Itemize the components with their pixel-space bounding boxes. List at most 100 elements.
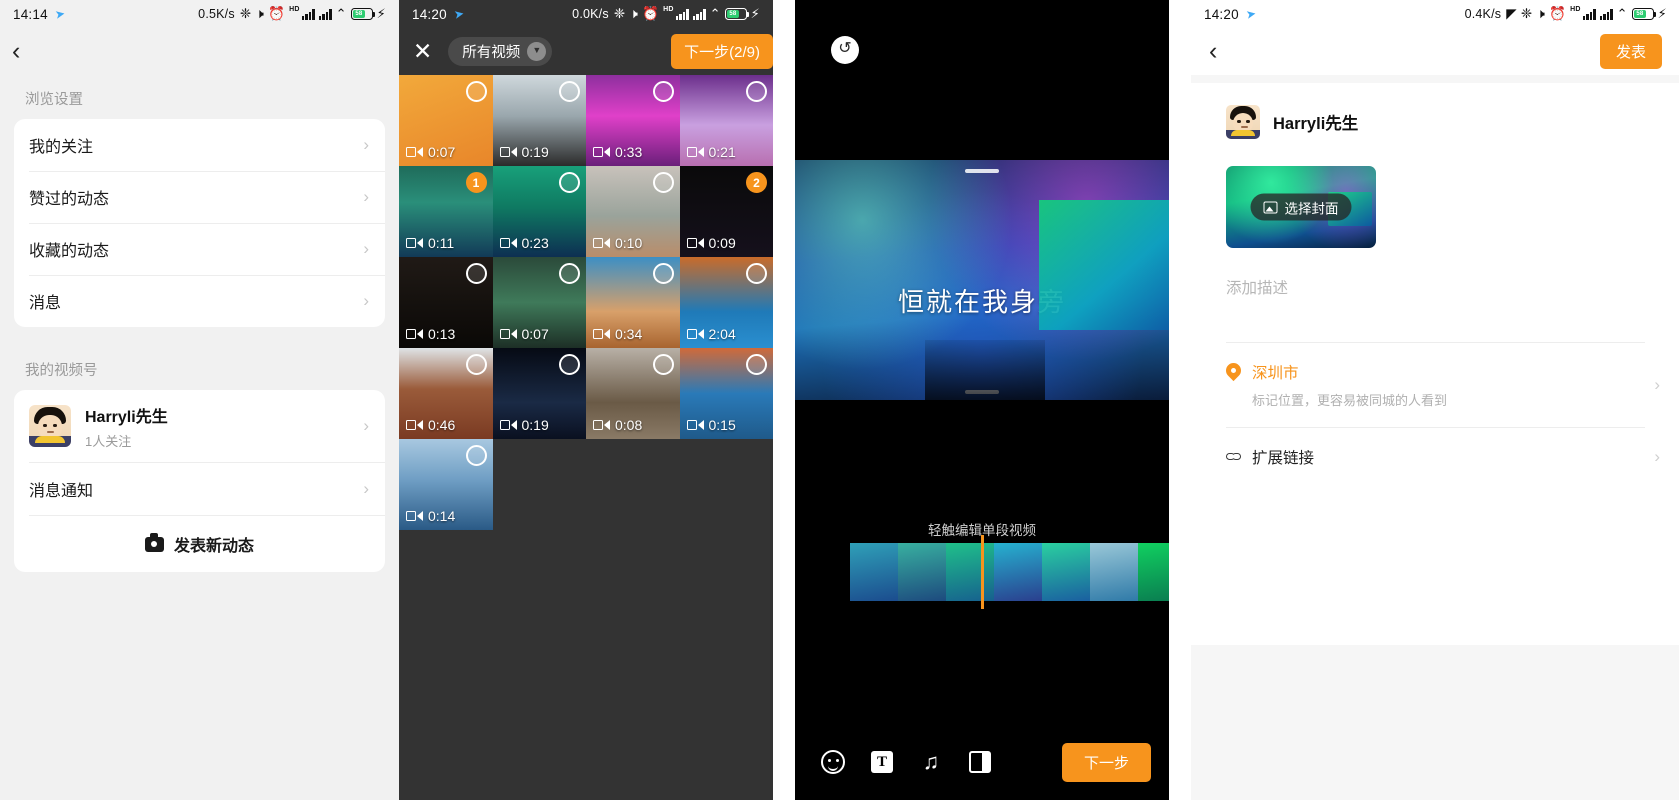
status-bar-panel2: 14:20 ➤ 0.0K/s ❈ 🕨 ⏰ HD ⌃ 58 ⚡	[399, 0, 773, 28]
selection-badge[interactable]: 1	[465, 172, 487, 193]
video-icon	[499, 238, 517, 248]
video-icon	[406, 329, 423, 339]
video-thumb-item[interactable]: 0:33	[586, 75, 680, 166]
video-thumb-item[interactable]: 2 0:09	[679, 166, 773, 257]
back-button[interactable]: ‹	[1209, 39, 1217, 64]
music-tool-button[interactable]: ♫	[911, 742, 951, 782]
signal-bars-1-icon	[301, 8, 315, 20]
selection-circle[interactable]	[559, 354, 580, 375]
charging-icon: ⚡	[750, 6, 760, 21]
selection-circle[interactable]	[465, 354, 487, 375]
video-thumb-item[interactable]: 0:10	[586, 166, 680, 257]
signal-bars-2-icon	[692, 8, 706, 20]
selection-circle[interactable]	[465, 263, 487, 284]
video-thumb-item[interactable]: 0:14	[399, 439, 493, 530]
status-bar-panel4: 14:20 ➤ 0.4K/s ◤ ❈ 🕨 ⏰ HD ⌃ 58 ⚡	[1191, 0, 1679, 28]
selection-circle[interactable]	[652, 81, 674, 102]
selection-badge[interactable]: 2	[746, 172, 767, 193]
publish-button[interactable]: 发表	[1599, 34, 1662, 69]
video-thumb-item[interactable]: 0:46	[399, 348, 493, 439]
duration-label: 0:46	[428, 417, 456, 433]
video-thumb-item[interactable]: 1 0:11	[399, 166, 493, 257]
location-row[interactable]: 深圳市 标记位置，更容易被同城的人看到 ›	[1191, 343, 1679, 427]
undo-button[interactable]: ↺	[831, 36, 859, 64]
text-tool-button[interactable]: T	[862, 742, 902, 782]
video-thumb-item[interactable]: 0:07	[492, 257, 586, 348]
signal-bars-2-icon	[1599, 8, 1613, 20]
emoji-tool-button[interactable]	[813, 742, 853, 782]
duration-label: 0:33	[615, 144, 643, 160]
profile-row[interactable]: Harryli先生 1人关注 ›	[14, 390, 385, 462]
video-thumb-item[interactable]: 0:07	[399, 75, 493, 166]
selection-circle[interactable]	[559, 81, 580, 102]
bluetooth-icon: ❈	[613, 6, 626, 22]
battery-icon: 58	[1631, 8, 1657, 20]
network-speed: 0.0K/s	[572, 7, 609, 21]
video-thumb-item[interactable]: 0:15	[679, 348, 773, 439]
video-icon	[499, 147, 517, 157]
video-thumb-item[interactable]: 0:23	[492, 166, 586, 257]
close-icon[interactable]: ✕	[413, 40, 432, 63]
selection-circle[interactable]	[652, 263, 674, 284]
video-thumb-item[interactable]: 0:08	[586, 348, 680, 439]
sidebar-item-liked-posts[interactable]: 赞过的动态 ›	[14, 171, 385, 223]
selection-circle[interactable]	[652, 354, 674, 375]
album-filter-dropdown[interactable]: 所有视频 ▼	[448, 37, 553, 66]
extend-link-row[interactable]: 扩展链接 ›	[1191, 428, 1679, 486]
next-step-button[interactable]: 下一步	[1061, 742, 1151, 782]
back-button[interactable]: ‹	[12, 38, 20, 64]
preview-handle-top[interactable]	[965, 169, 999, 173]
editor-toolbar: T ♫ 下一步	[795, 724, 1169, 800]
timeline-strip[interactable]	[850, 543, 1169, 601]
video-duration: 0:10	[593, 235, 642, 251]
selection-circle[interactable]	[559, 263, 580, 284]
hd-icon: HD	[663, 5, 674, 13]
signal-bars-2-icon	[318, 8, 332, 20]
ratio-tool-button[interactable]	[960, 742, 1000, 782]
status-time: 14:20	[412, 6, 447, 22]
chevron-right-icon: ›	[363, 479, 369, 498]
sidebar-item-messages[interactable]: 消息 ›	[14, 275, 385, 327]
select-cover-button[interactable]: 选择封面	[1250, 193, 1352, 221]
location-arrow-icon: ◤	[1506, 6, 1517, 22]
video-thumb-item[interactable]: 0:34	[586, 257, 680, 348]
video-duration: 0:34	[593, 326, 642, 342]
video-icon	[406, 420, 423, 430]
description-input[interactable]: 添加描述	[1191, 248, 1679, 298]
panel-video-picker: 14:20 ➤ 0.0K/s ❈ 🕨 ⏰ HD ⌃ 58 ⚡ ✕ 所有视频 ▼ …	[399, 0, 773, 800]
selection-circle[interactable]	[465, 445, 487, 466]
duration-label: 0:13	[428, 326, 456, 342]
chevron-right-icon: ›	[1654, 447, 1660, 466]
video-icon	[499, 329, 517, 339]
selection-circle[interactable]	[746, 354, 767, 375]
video-icon	[686, 238, 704, 248]
next-step-button[interactable]: 下一步(2/9)	[671, 34, 773, 69]
chevron-right-icon: ›	[363, 187, 369, 206]
selection-circle[interactable]	[652, 172, 674, 193]
video-thumb-item[interactable]: 0:19	[492, 75, 586, 166]
video-thumb-item[interactable]: 2:04	[679, 257, 773, 348]
video-duration: 0:15	[686, 417, 736, 433]
sidebar-item-saved-posts[interactable]: 收藏的动态 ›	[14, 223, 385, 275]
video-icon	[686, 329, 704, 339]
selection-circle[interactable]	[746, 81, 767, 102]
video-thumb-item[interactable]: 0:13	[399, 257, 493, 348]
selection-circle[interactable]	[746, 263, 767, 284]
sidebar-item-my-follows[interactable]: 我的关注 ›	[14, 119, 385, 171]
timeline-playhead[interactable]	[981, 535, 984, 609]
status-bar-panel1: 14:14 ➤ 0.5K/s ❈ 🕨 ⏰ HD ⌃ 58 ⚡	[0, 0, 399, 28]
video-duration: 0:13	[406, 326, 455, 342]
bluetooth-icon: ❈	[239, 6, 252, 22]
selection-circle[interactable]	[559, 172, 580, 193]
selection-circle[interactable]	[465, 81, 487, 102]
video-preview[interactable]: 恒就在我身旁	[795, 160, 1169, 400]
sidebar-item-notifications[interactable]: 消息通知 ›	[14, 463, 385, 515]
charging-icon: ⚡	[376, 6, 386, 21]
video-thumb-item[interactable]: 0:21	[679, 75, 773, 166]
video-thumb-item[interactable]: 0:19	[492, 348, 586, 439]
duration-label: 2:04	[708, 326, 736, 342]
charging-icon: ⚡	[1657, 6, 1667, 21]
cover-thumbnail[interactable]: 选择封面	[1226, 166, 1376, 248]
signal-bars-1-icon	[675, 8, 689, 20]
post-new-button[interactable]: 发表新动态	[14, 516, 385, 572]
